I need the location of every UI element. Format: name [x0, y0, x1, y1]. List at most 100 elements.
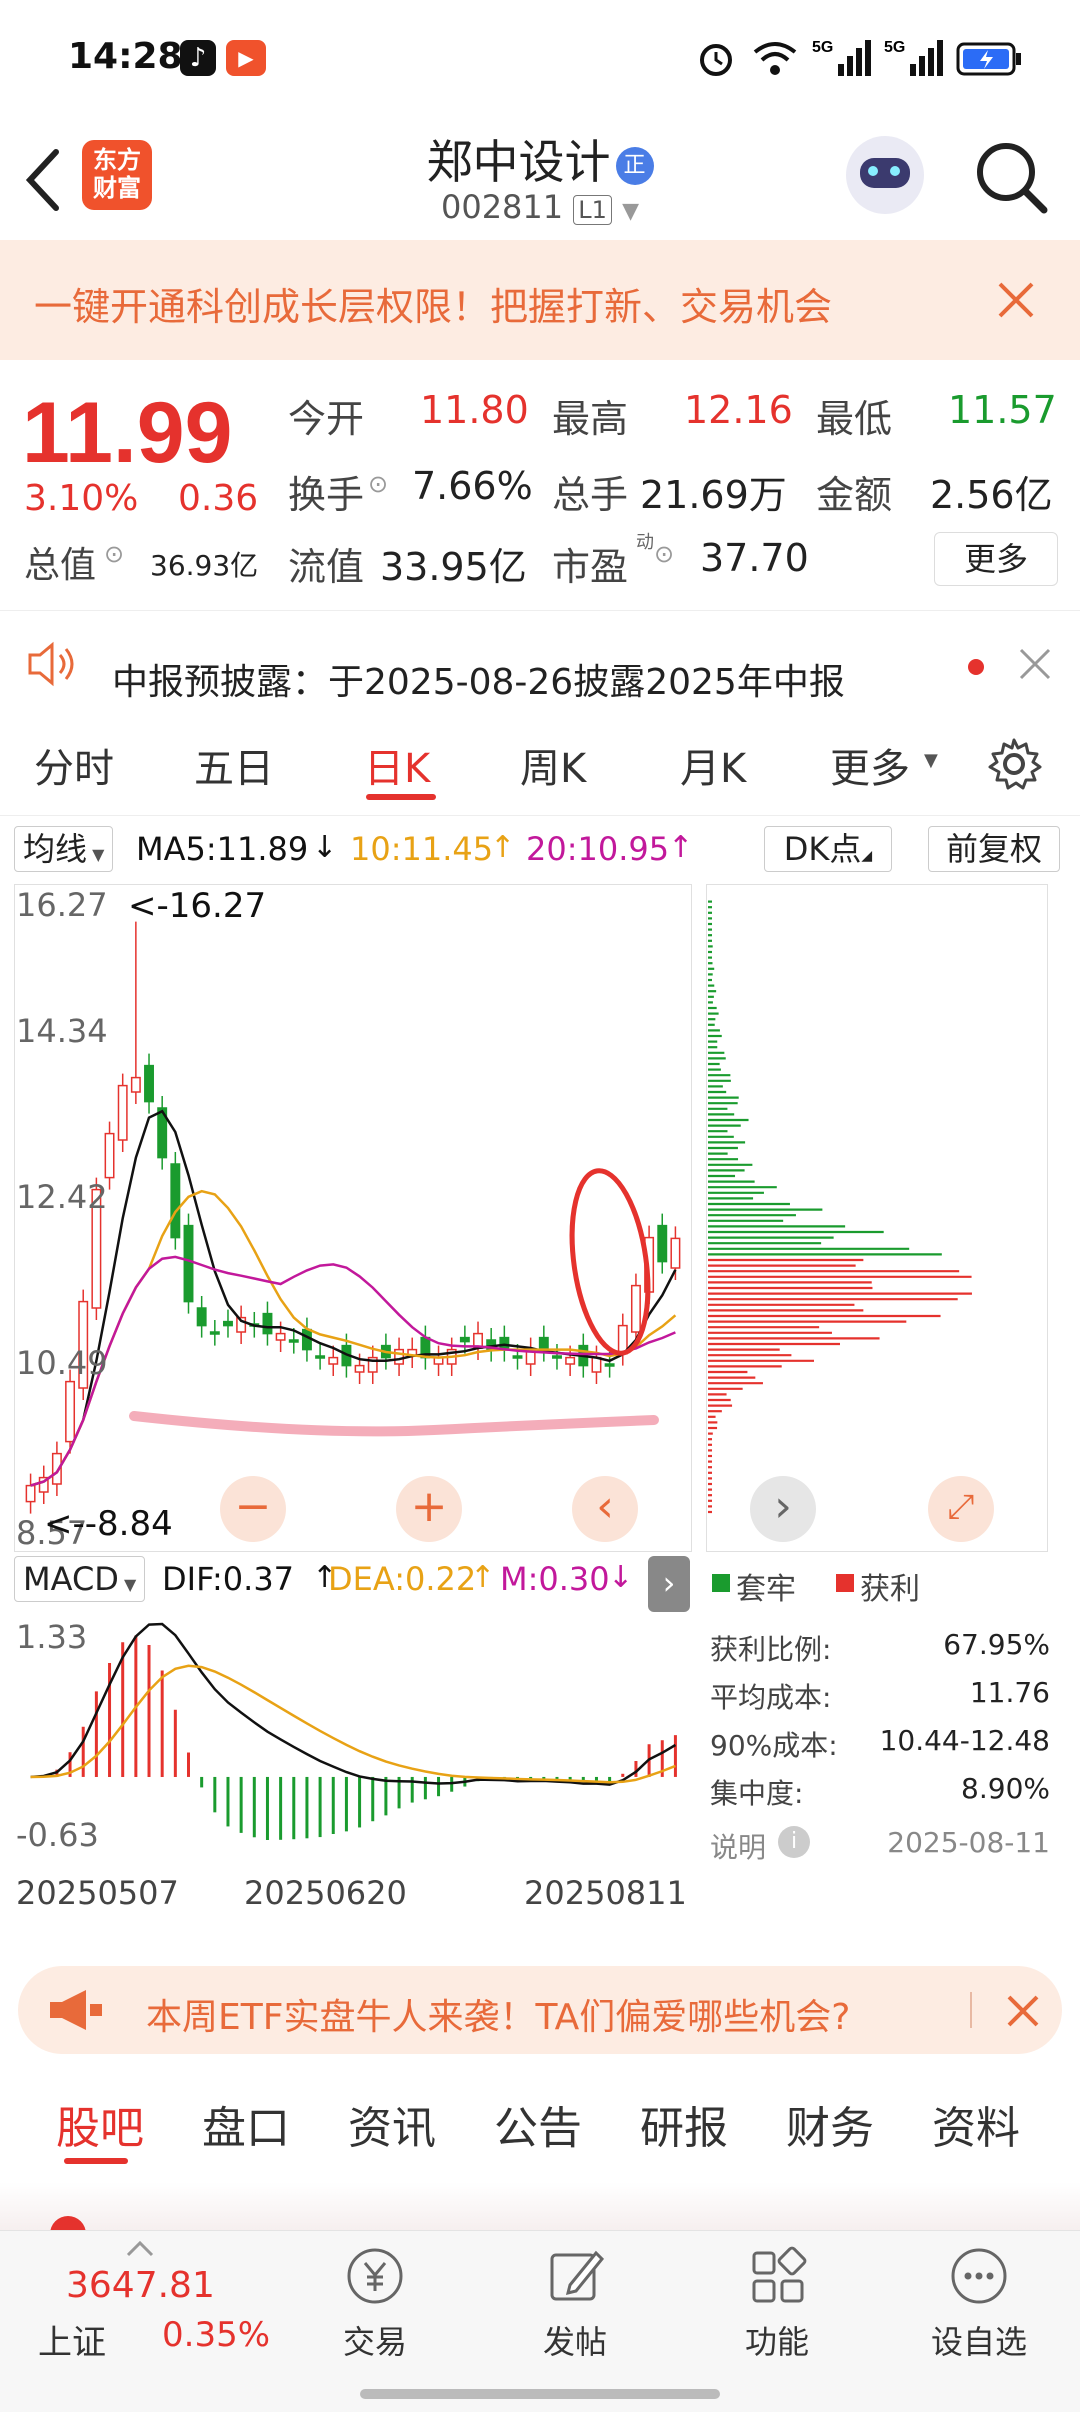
stat-open-label: 今开	[288, 397, 365, 441]
tab-gonggao[interactable]: 公告	[494, 2092, 582, 2156]
banner-text: 一键开通科创成长层权限！把握打新、交易机会	[34, 285, 833, 329]
candle-body	[117, 1084, 128, 1141]
tab-more[interactable]: 更多	[830, 736, 910, 794]
current-price: 11.99	[22, 385, 233, 481]
tab-guba[interactable]: 股吧	[56, 2092, 144, 2156]
index-name: 上证	[38, 2323, 106, 2363]
function-button[interactable]: 功能	[712, 2245, 842, 2375]
stock-name: 郑中设计	[426, 135, 611, 189]
up-arrow-icon: ↑	[490, 830, 516, 865]
notice-text: 中报预披露：于2025-08-26披露2025年中报	[112, 662, 845, 703]
more-dots-icon	[951, 2248, 1007, 2304]
dif-line	[30, 1622, 677, 1786]
ma-selector-label: 均线	[23, 830, 88, 868]
active-tab-underline	[64, 2158, 128, 2164]
promo-banner[interactable]: 一键开通科创成长层权限！把握打新、交易机会	[0, 240, 1080, 360]
tab-ziliao[interactable]: 资料	[932, 2092, 1020, 2156]
float-value: 33.95亿	[380, 545, 527, 589]
notice-bar[interactable]: 中报预披露：于2025-08-26披露2025年中报	[0, 610, 1080, 710]
index-widget[interactable]: 3647.81 上证 0.35%	[0, 2231, 280, 2371]
tab-pankou[interactable]: 盘口	[202, 2092, 290, 2156]
candle-body	[275, 1332, 286, 1341]
up-arrow-icon: ↑	[668, 830, 694, 865]
candle-body	[657, 1224, 668, 1263]
macd-selector[interactable]: MACD ▼	[14, 1556, 146, 1602]
gear-icon[interactable]	[986, 736, 1042, 792]
stat-low-value: 11.57	[948, 388, 1057, 432]
search-icon[interactable]	[972, 138, 1052, 218]
fq-button[interactable]: 前复权	[928, 826, 1060, 872]
candle-body	[288, 1339, 299, 1343]
stat-open-value: 11.80	[420, 388, 529, 432]
post-button[interactable]: 发帖	[510, 2245, 640, 2375]
tab-fenshi[interactable]: 分时	[34, 736, 114, 794]
svg-text:5G: 5G	[884, 39, 905, 56]
tab-zhouk[interactable]: 周K	[520, 736, 586, 794]
add-watchlist-button[interactable]: 设自选	[914, 2245, 1044, 2375]
macd-dif: DIF:0.37	[162, 1560, 295, 1598]
period-tabs: 分时 五日 日K 周K 月K 更多 ▼	[0, 716, 1080, 816]
collapse-arrow-button[interactable]: ›	[648, 1556, 690, 1612]
macd-selector-label: MACD	[23, 1560, 119, 1598]
chevron-down-icon: ▼	[118, 1575, 137, 1594]
kline-chart[interactable]	[14, 884, 692, 1552]
expand-icon[interactable]: ⤢	[928, 1476, 994, 1542]
candle-body	[209, 1331, 220, 1335]
etf-promo-banner[interactable]: 本周ETF实盘牛人来袭！TA们偏爱哪些机会?	[18, 1966, 1062, 2054]
candle-body	[591, 1356, 602, 1373]
tab-yuek[interactable]: 月K	[680, 736, 746, 794]
candle-body	[630, 1284, 641, 1333]
close-icon[interactable]	[996, 280, 1036, 320]
stat-low-label: 最低	[816, 397, 893, 441]
close-icon[interactable]	[1018, 647, 1052, 681]
divider	[970, 1992, 972, 2028]
tab-rik[interactable]: 日K	[364, 736, 430, 794]
chip-row-value: 67.95%	[943, 1628, 1050, 1661]
change-percent: 3.10%	[24, 478, 139, 519]
nav-bar: 东方 财富 郑中设计 正 002811 L1 ▼	[0, 120, 1080, 240]
chevron-down-icon: ▼	[924, 750, 938, 771]
scroll-left-button[interactable]: ‹	[572, 1476, 638, 1542]
x-date-1: 20250507	[16, 1874, 179, 1912]
alarm-icon	[700, 44, 732, 76]
zoom-in-button[interactable]: +	[396, 1476, 462, 1542]
close-icon[interactable]	[1006, 1994, 1040, 2028]
scroll-right-button[interactable]: ›	[750, 1476, 816, 1542]
info-circle-icon[interactable]: ⊙	[104, 540, 124, 568]
megaphone-icon	[50, 1990, 102, 2030]
info-circle-icon[interactable]: ⊙	[654, 540, 674, 568]
post-label: 发帖	[542, 2323, 607, 2361]
candle-body	[315, 1355, 326, 1359]
chip-row-label: 平均成本:	[710, 1681, 832, 1714]
candle-body	[25, 1484, 36, 1503]
tab-wuri[interactable]: 五日	[194, 736, 274, 794]
macd-chart[interactable]	[14, 1612, 692, 1852]
info-icon[interactable]: i	[778, 1826, 810, 1858]
info-circle-icon[interactable]: ⊙	[368, 470, 388, 498]
pe-label: 市盈	[552, 545, 629, 589]
tab-caiwu[interactable]: 财务	[786, 2092, 874, 2156]
robot-avatar-icon[interactable]	[846, 136, 924, 214]
y-label-1: 16.27	[16, 886, 108, 924]
tab-zixun[interactable]: 资讯	[348, 2092, 436, 2156]
min-price-marker: <--8.84	[44, 1504, 173, 1544]
tab-yanbao[interactable]: 研报	[640, 2092, 728, 2156]
active-tab-underline	[366, 794, 436, 800]
title-badge: 正	[615, 147, 654, 185]
zoom-out-button[interactable]: −	[220, 1476, 286, 1542]
stat-amount-label: 金额	[816, 473, 893, 517]
trade-button[interactable]: 交易	[310, 2245, 440, 2375]
chip-note-label[interactable]: 说明	[710, 1826, 766, 1866]
chevron-down-icon: ▼	[87, 845, 105, 864]
candle-body	[144, 1064, 154, 1103]
dea-line	[30, 1664, 676, 1784]
dk-point-button[interactable]: DK点◢	[764, 826, 892, 872]
chip-frame	[706, 884, 1048, 1552]
speaker-icon	[28, 641, 74, 687]
more-button[interactable]: 更多	[934, 532, 1058, 586]
ma-selector[interactable]: 均线 ▼	[14, 826, 114, 872]
function-label: 功能	[744, 2323, 809, 2361]
chip-distribution-chart[interactable]	[706, 884, 1048, 1552]
max-price-marker: <-16.27	[128, 886, 267, 926]
down-arrow-icon: ↓	[608, 1560, 634, 1595]
